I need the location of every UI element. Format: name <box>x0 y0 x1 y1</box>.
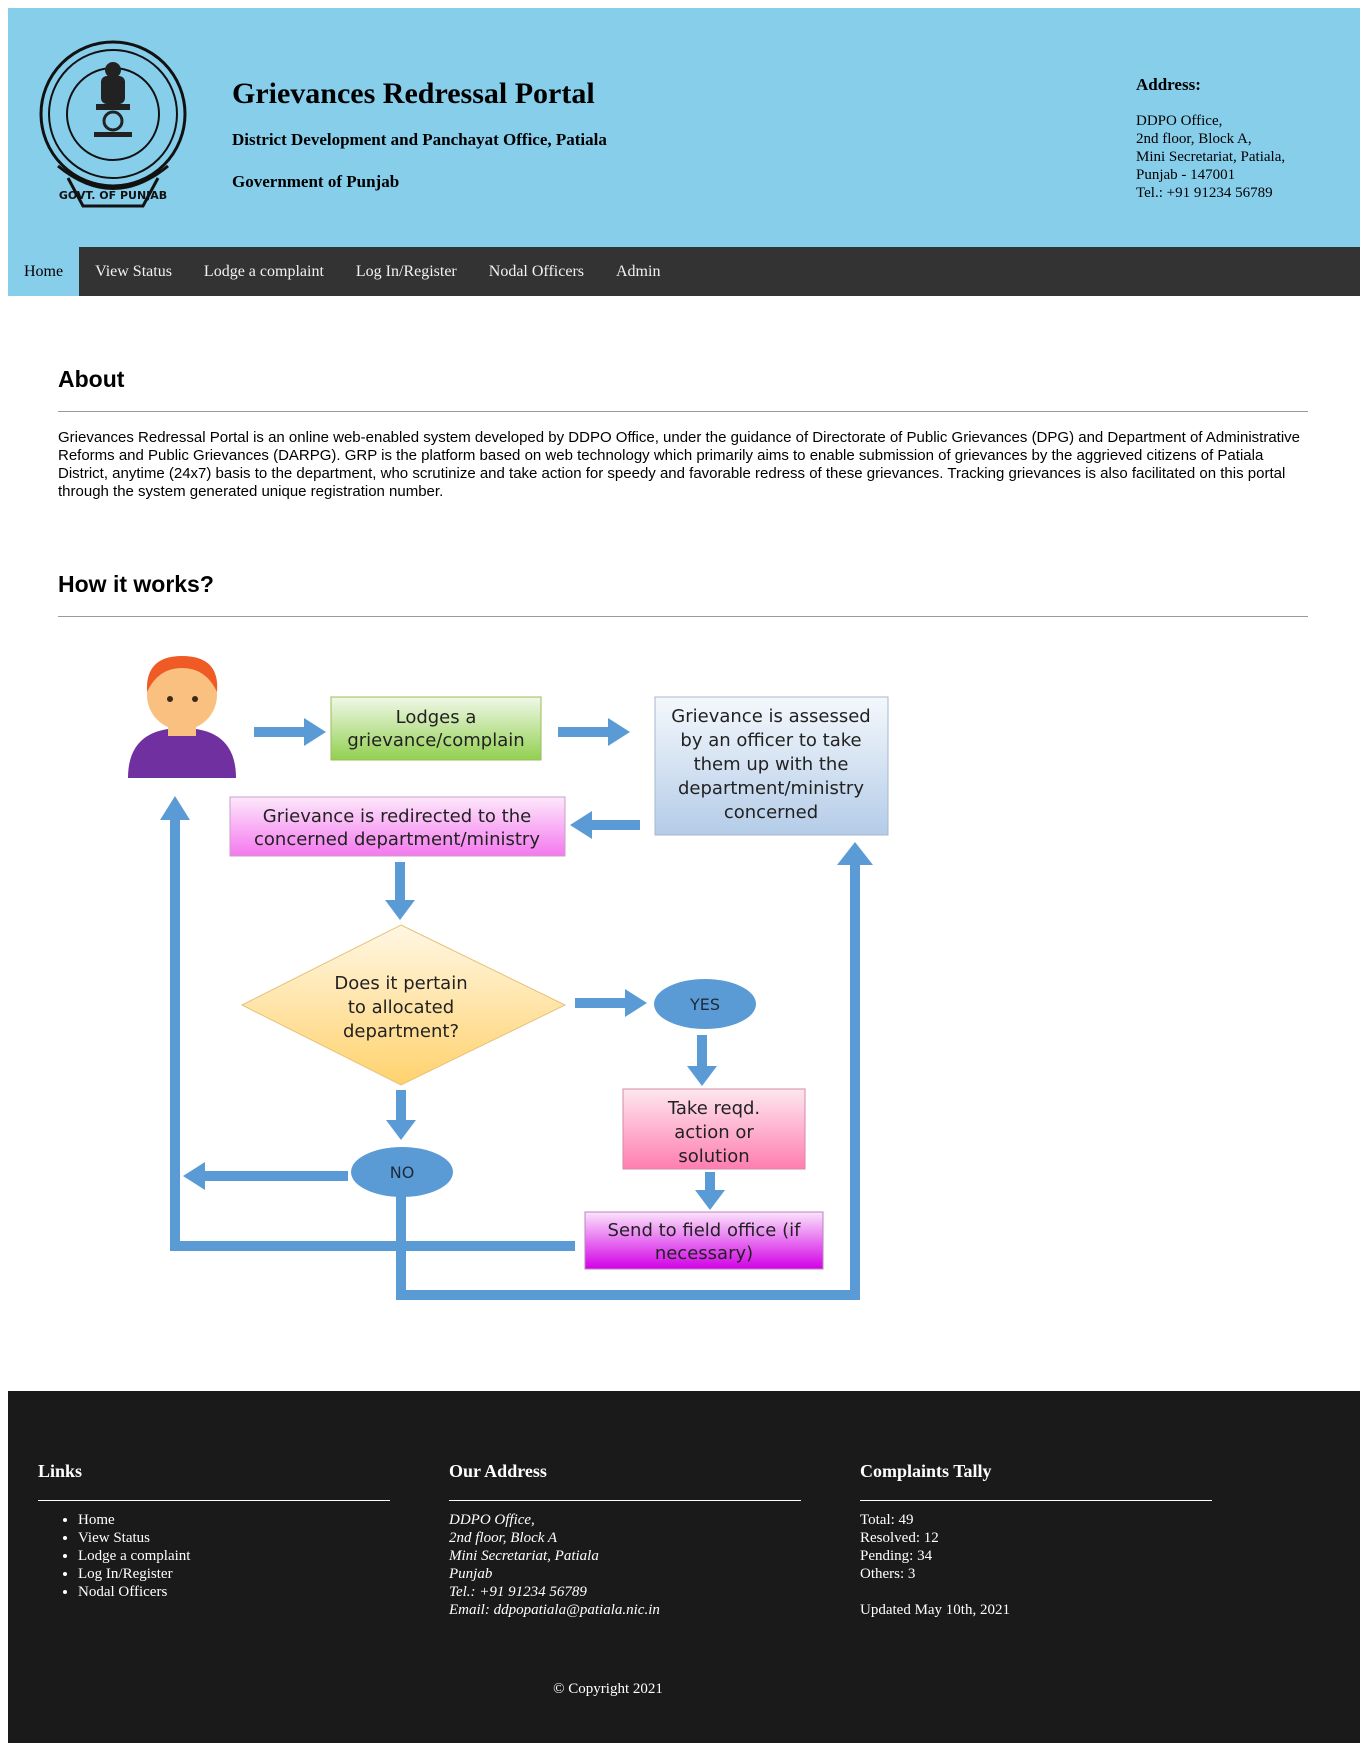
person-icon <box>128 656 236 778</box>
step-action-text: action or <box>674 1122 754 1143</box>
divider <box>38 1500 390 1501</box>
step-assess-text: Grievance is assessed <box>671 706 870 727</box>
yes-label: YES <box>689 995 720 1014</box>
decision-text: to allocated <box>348 997 454 1018</box>
step-field-text: Send to field office (if <box>608 1220 802 1241</box>
step-lodge-text: grievance/complain <box>347 730 524 751</box>
copyright: © Copyright 2021 <box>553 1681 663 1697</box>
tally-updated: Updated May 10th, 2021 <box>860 1602 1010 1618</box>
footer-tally-title: Complaints Tally <box>860 1461 992 1481</box>
address-line: Mini Secretariat, Patiala <box>449 1548 599 1564</box>
footer-tally-column: Complaints Tally Total: 49 Resolved: 12 … <box>860 1461 1212 1619</box>
decision-text: department? <box>343 1021 459 1042</box>
step-assess-text: concerned <box>724 802 818 823</box>
footer-link-nodal-officers[interactable]: Nodal Officers <box>78 1583 390 1601</box>
divider <box>860 1500 1212 1501</box>
divider <box>449 1500 801 1501</box>
address-email: Email: ddpopatiala@patiala.nic.in <box>449 1602 660 1618</box>
footer-links-column: Links Home View Status Lodge a complaint… <box>38 1461 390 1601</box>
tally-resolved: Resolved: 12 <box>860 1530 939 1546</box>
tally-total: Total: 49 <box>860 1512 914 1528</box>
step-action-text: Take reqd. <box>667 1098 760 1119</box>
step-assess-text: them up with the <box>694 754 849 775</box>
footer-address-column: Our Address DDPO Office, 2nd floor, Bloc… <box>449 1461 801 1619</box>
footer-address-title: Our Address <box>449 1461 547 1481</box>
decision-text: Does it pertain <box>334 973 467 994</box>
complaints-tally: Total: 49 Resolved: 12 Pending: 34 Other… <box>860 1511 1212 1619</box>
footer-links-title: Links <box>38 1461 83 1481</box>
footer-link-login-register[interactable]: Log In/Register <box>78 1565 390 1583</box>
address-line: 2nd floor, Block A <box>449 1530 558 1546</box>
footer-links-list: Home View Status Lodge a complaint Log I… <box>38 1511 390 1601</box>
footer-link-view-status[interactable]: View Status <box>78 1529 390 1547</box>
address-line: Punjab <box>449 1566 493 1582</box>
how-it-works-flowchart: Lodges a grievance/complain Grievance is… <box>128 656 889 1300</box>
step-redirect-text: concerned department/ministry <box>254 829 540 850</box>
tally-pending: Pending: 34 <box>860 1548 933 1564</box>
no-label: NO <box>390 1163 415 1182</box>
address-line: DDPO Office, <box>449 1512 535 1528</box>
footer-address: DDPO Office, 2nd floor, Block A Mini Sec… <box>449 1511 801 1619</box>
step-assess-text: by an officer to take <box>680 730 861 751</box>
site-footer: Links Home View Status Lodge a complaint… <box>8 1391 1360 1743</box>
step-field-text: necessary) <box>655 1243 753 1264</box>
footer-link-home[interactable]: Home <box>78 1511 390 1529</box>
step-action-text: solution <box>678 1146 749 1167</box>
tally-others: Others: 3 <box>860 1566 916 1582</box>
step-assess-text: department/ministry <box>678 778 864 799</box>
step-redirect-text: Grievance is redirected to the <box>263 806 531 827</box>
address-line: Tel.: +91 91234 56789 <box>449 1584 587 1600</box>
step-lodge-text: Lodges a <box>396 707 477 728</box>
footer-link-lodge-complaint[interactable]: Lodge a complaint <box>78 1547 390 1565</box>
